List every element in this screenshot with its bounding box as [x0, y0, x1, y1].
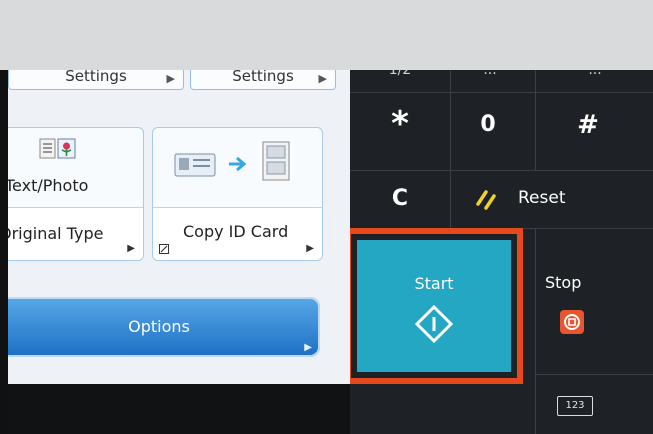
original-type-label: Original Type — [8, 224, 104, 243]
key-hash[interactable]: # — [560, 110, 616, 140]
copy-id-card-label: Copy ID Card — [183, 222, 289, 241]
original-type-footer: Original Type ▶ — [8, 207, 143, 260]
original-type-value: Text/Photo — [8, 176, 89, 195]
arrow-right-icon: ▶ — [304, 342, 312, 353]
touch-screen: Settings ▶ Settings ▶ Text/Photo Origina… — [0, 70, 653, 434]
copy-settings-pane: Settings ▶ Settings ▶ Text/Photo Origina… — [8, 70, 350, 434]
stop-button[interactable] — [560, 310, 584, 334]
key-zero[interactable]: 0 — [460, 112, 516, 137]
start-button-highlight: Start — [350, 228, 523, 384]
arrow-right-icon: ▶ — [318, 72, 327, 85]
keypad-pane: 1/2 ... ... * 0 # C Reset Start Stop 123 — [350, 70, 653, 434]
settings-button-2-label: Settings — [232, 70, 294, 85]
key-clear[interactable]: C — [372, 186, 428, 211]
key-top-1[interactable]: 1/2 — [380, 70, 420, 78]
keypad-divider — [350, 92, 653, 93]
settings-button-2[interactable]: Settings ▶ — [190, 70, 336, 90]
id-card-copy-icon — [174, 141, 290, 181]
key-star[interactable]: * — [372, 104, 428, 144]
reset-label: Reset — [518, 188, 566, 208]
options-label: Options — [128, 317, 190, 336]
numeric-keyboard-button[interactable]: 123 — [557, 396, 593, 416]
key-top-3[interactable]: ... — [570, 70, 620, 78]
arrow-right-icon: ▶ — [127, 243, 135, 254]
bottom-strip — [8, 384, 350, 434]
keypad-divider — [535, 70, 536, 170]
copy-id-card-footer: Copy ID Card ▶ — [153, 207, 322, 260]
key-top-2[interactable]: ... — [470, 70, 510, 78]
original-type-tile[interactable]: Text/Photo Original Type ▶ — [8, 127, 144, 261]
options-button[interactable]: Options ▶ — [8, 297, 320, 357]
keypad-divider — [350, 170, 653, 171]
start-button[interactable]: Start — [357, 240, 511, 372]
settings-button-1[interactable]: Settings ▶ — [8, 70, 184, 90]
keypad-divider — [450, 70, 451, 228]
settings-button-1-label: Settings — [65, 70, 127, 85]
start-label: Start — [414, 274, 454, 293]
keypad-divider — [535, 374, 653, 375]
start-diamond-icon — [414, 304, 454, 344]
text-photo-icon — [39, 138, 76, 159]
stop-icon — [564, 314, 580, 330]
corner-mark-icon — [159, 244, 169, 254]
stop-label: Stop — [545, 273, 582, 292]
copy-id-card-tile[interactable]: Copy ID Card ▶ — [152, 127, 323, 261]
reset-button[interactable]: Reset — [460, 178, 650, 222]
keypad-divider — [535, 228, 536, 434]
arrow-right-icon: ▶ — [306, 243, 314, 254]
reset-icon — [476, 190, 496, 210]
background-top — [0, 0, 653, 70]
arrow-right-icon: ▶ — [166, 72, 175, 85]
